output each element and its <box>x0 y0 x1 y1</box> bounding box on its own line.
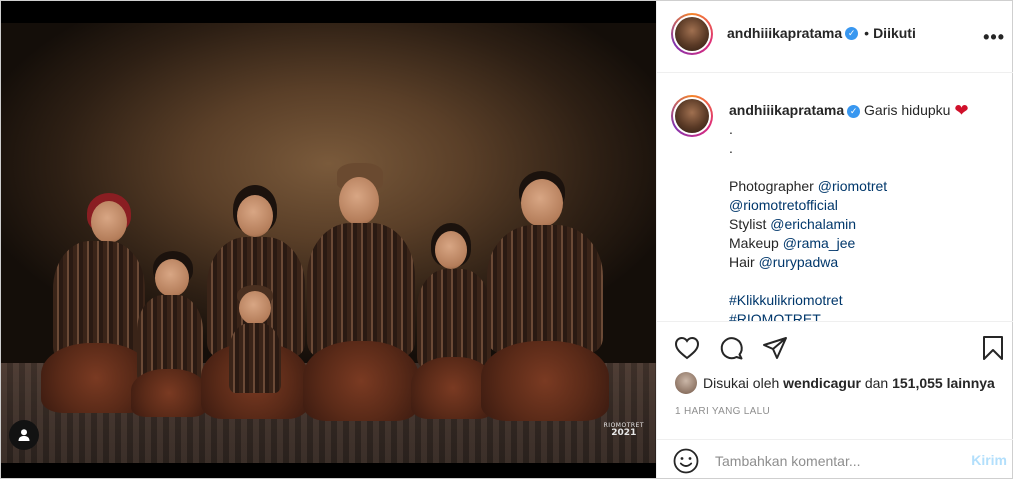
share-button[interactable] <box>761 334 789 362</box>
comment-input[interactable] <box>715 450 945 472</box>
person-figure <box>223 285 287 405</box>
comment-icon <box>720 337 743 360</box>
caption-dot: . <box>729 121 733 137</box>
like-button[interactable] <box>673 334 701 362</box>
separator-dot: • <box>864 25 870 41</box>
post-timestamp[interactable]: 1 HARI YANG LALU <box>675 406 770 417</box>
caption-area: andhiiikapratama ✓ Garis hidupku ❤ . . Ph… <box>657 73 1013 321</box>
save-button[interactable] <box>979 334 1007 362</box>
author-row: andhiiikapratama ✓ • Diikuti <box>727 25 916 41</box>
person-figure <box>303 163 419 425</box>
likes-suffix[interactable]: lainnya <box>947 375 995 391</box>
hashtag-link[interactable]: #RIOMOTRET <box>729 311 821 321</box>
watermark-year: 2021 <box>611 428 637 439</box>
follow-status-button[interactable]: Diikuti <box>873 25 916 41</box>
photo-watermark: RIOMOTRET 2021 <box>604 422 644 439</box>
more-options-icon[interactable]: ••• <box>983 27 1005 48</box>
caption-first-line: Garis hidupku <box>864 102 951 118</box>
post-side-panel: andhiiikapratama ✓ • Diikuti ••• andhiii… <box>656 1 1013 479</box>
mention-link[interactable]: @erichalamin <box>770 216 856 232</box>
bookmark-icon <box>983 336 1003 360</box>
caption-text: andhiiikapratama ✓ Garis hidupku ❤ . . Ph… <box>729 101 1004 321</box>
photographer-label: Photographer <box>729 178 814 194</box>
likes-prefix: Disukai oleh <box>703 375 780 391</box>
author-avatar[interactable] <box>671 13 713 55</box>
mention-link[interactable]: @rurypadwa <box>759 254 839 270</box>
mention-link[interactable]: @rama_jee <box>783 235 856 251</box>
hashtag-link[interactable]: #Klikkulikriomotret <box>729 292 843 308</box>
stylist-label: Stylist <box>729 216 767 232</box>
family-portrait-image: RIOMOTRET 2021 <box>1 23 656 463</box>
person-figure <box>129 251 209 423</box>
emoji-icon <box>673 448 699 474</box>
makeup-label: Makeup <box>729 235 779 251</box>
likes-count[interactable]: 151,055 <box>892 375 943 391</box>
comment-button[interactable] <box>717 334 745 362</box>
emoji-button[interactable] <box>673 448 699 474</box>
caption-dot: . <box>729 140 733 156</box>
person-figure <box>481 171 609 425</box>
action-bar <box>657 321 1013 371</box>
post-photo[interactable]: RIOMOTRET 2021 <box>1 1 656 478</box>
liker-username[interactable]: wendicagur <box>783 375 861 391</box>
liker-avatar[interactable] <box>675 372 697 394</box>
likes-middle: dan <box>864 375 889 391</box>
verified-badge-icon: ✓ <box>845 26 859 40</box>
mention-link[interactable]: @riomotretofficial <box>729 197 838 213</box>
share-icon <box>763 337 787 359</box>
post-header: andhiiikapratama ✓ • Diikuti ••• <box>657 1 1013 73</box>
user-tag-button[interactable] <box>9 420 39 450</box>
hair-label: Hair <box>729 254 755 270</box>
caption-username[interactable]: andhiiikapratama <box>729 102 844 118</box>
author-username[interactable]: andhiiikapratama <box>727 25 842 41</box>
heart-outline-icon <box>674 336 700 360</box>
user-tag-icon <box>18 429 30 441</box>
caption-author-avatar[interactable] <box>671 95 713 137</box>
post-comment-button[interactable]: Kirim <box>971 452 1007 468</box>
mention-link[interactable]: @riomotret <box>818 178 887 194</box>
verified-badge-icon: ✓ <box>847 104 861 118</box>
likes-summary: Disukai oleh wendicagur dan 151,055 lain… <box>675 372 995 394</box>
red-heart-icon: ❤ <box>954 101 969 120</box>
comment-bar: Kirim <box>657 439 1013 479</box>
